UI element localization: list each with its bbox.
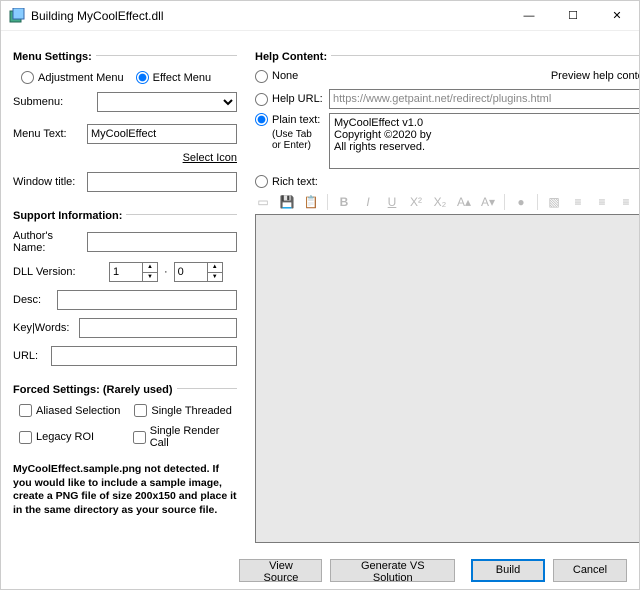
support-header: Support Information: bbox=[13, 210, 122, 222]
build-button[interactable]: Build bbox=[471, 559, 545, 582]
generate-vs-button[interactable]: Generate VS Solution bbox=[330, 559, 455, 582]
plain-text-sub: (Use Tab or Enter) bbox=[272, 129, 323, 151]
forced-header: Forced Settings: (Rarely used) bbox=[13, 384, 173, 396]
url-label: URL: bbox=[13, 350, 45, 362]
submenu-label: Submenu: bbox=[13, 96, 91, 108]
help-url-radio[interactable]: Help URL: bbox=[255, 93, 323, 106]
image-icon[interactable]: ▧ bbox=[546, 194, 562, 210]
desc-input[interactable] bbox=[57, 290, 237, 310]
superscript-icon[interactable]: X² bbox=[408, 194, 424, 210]
open-icon[interactable]: ▭ bbox=[255, 194, 271, 210]
legacy-roi-checkbox[interactable]: Legacy ROI bbox=[19, 431, 119, 444]
font-inc-icon[interactable]: A▴ bbox=[456, 194, 472, 210]
rich-text-radio[interactable]: Rich text: bbox=[255, 175, 323, 188]
keywords-label: Key|Words: bbox=[13, 322, 73, 334]
author-input[interactable] bbox=[87, 232, 237, 252]
dll-version-label: DLL Version: bbox=[13, 266, 103, 278]
help-none-radio[interactable]: None bbox=[255, 70, 323, 83]
menu-text-input[interactable] bbox=[87, 124, 237, 144]
italic-icon[interactable]: I bbox=[360, 194, 376, 210]
underline-icon[interactable]: U bbox=[384, 194, 400, 210]
desc-label: Desc: bbox=[13, 294, 51, 306]
align-right-icon[interactable]: ≡ bbox=[618, 194, 634, 210]
dialog-window: Building MyCoolEffect.dll — ☐ ✕ Menu Set… bbox=[0, 0, 640, 590]
url-input[interactable] bbox=[51, 346, 237, 366]
dll-major-spinner[interactable]: ▲▼ bbox=[109, 262, 158, 282]
bold-icon[interactable]: B bbox=[336, 194, 352, 210]
maximize-button[interactable]: ☐ bbox=[551, 1, 595, 31]
aliased-checkbox[interactable]: Aliased Selection bbox=[19, 404, 120, 417]
sample-notice: MyCoolEffect.sample.png not detected. If… bbox=[13, 463, 237, 518]
window-title: Building MyCoolEffect.dll bbox=[31, 9, 507, 23]
align-left-icon[interactable]: ≡ bbox=[570, 194, 586, 210]
minimize-button[interactable]: — bbox=[507, 1, 551, 31]
save-icon[interactable]: 💾 bbox=[279, 194, 295, 210]
single-render-checkbox[interactable]: Single Render Call bbox=[133, 425, 237, 449]
footer: View Source Generate VS Solution Build C… bbox=[1, 551, 639, 589]
rich-toolbar: ▭ 💾 📋 B I U X² X₂ A▴ A▾ ● ▧ ≡ ≡ ≡ ⇥ ⇤ bbox=[255, 190, 639, 214]
window-title-input[interactable] bbox=[87, 172, 237, 192]
dll-minor-spinner[interactable]: ▲▼ bbox=[174, 262, 223, 282]
align-center-icon[interactable]: ≡ bbox=[594, 194, 610, 210]
preview-help-label: Preview help content: bbox=[551, 70, 639, 82]
select-icon-link[interactable]: Select Icon bbox=[183, 152, 237, 164]
effect-menu-radio[interactable]: Effect Menu bbox=[136, 71, 212, 84]
author-label: Author's Name: bbox=[13, 230, 81, 254]
menu-text-label: Menu Text: bbox=[13, 128, 81, 140]
submenu-select[interactable] bbox=[97, 92, 237, 112]
cancel-button[interactable]: Cancel bbox=[553, 559, 627, 582]
bullet-icon[interactable]: ● bbox=[513, 194, 529, 210]
app-icon bbox=[9, 8, 25, 24]
subscript-icon[interactable]: X₂ bbox=[432, 194, 448, 210]
rich-text-area[interactable] bbox=[255, 214, 639, 543]
keywords-input[interactable] bbox=[79, 318, 237, 338]
menu-settings-header: Menu Settings: bbox=[13, 51, 92, 63]
plain-text-radio[interactable]: Plain text: bbox=[255, 113, 320, 126]
view-source-button[interactable]: View Source bbox=[239, 559, 322, 582]
paste-icon[interactable]: 📋 bbox=[303, 194, 319, 210]
close-button[interactable]: ✕ bbox=[595, 1, 639, 31]
plain-text-box[interactable]: MyCoolEffect v1.0 Copyright ©2020 by All… bbox=[329, 113, 639, 169]
single-threaded-checkbox[interactable]: Single Threaded bbox=[134, 404, 232, 417]
titlebar: Building MyCoolEffect.dll — ☐ ✕ bbox=[1, 1, 639, 31]
adjustment-menu-radio[interactable]: Adjustment Menu bbox=[21, 71, 124, 84]
help-url-input[interactable] bbox=[329, 89, 639, 109]
help-header: Help Content: bbox=[255, 51, 327, 63]
font-dec-icon[interactable]: A▾ bbox=[480, 194, 496, 210]
window-title-label: Window title: bbox=[13, 176, 81, 188]
